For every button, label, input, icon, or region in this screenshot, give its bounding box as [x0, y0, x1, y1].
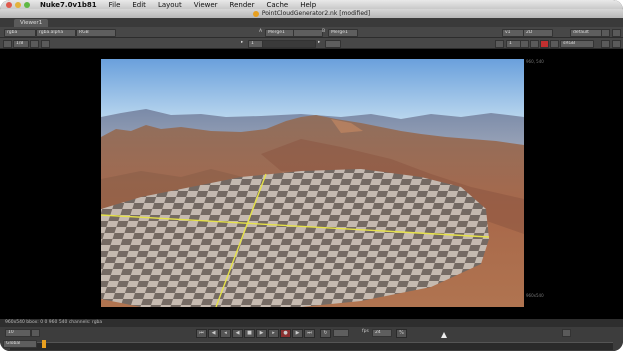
timeline-bar: 10 ⏮ ◀ ◂ ◀ ■ ▶ ▸ ● ▶ ⏭ ↻ fps 24 % Global: [0, 327, 623, 351]
a-input-label: A: [259, 29, 263, 34]
viewer-input-button[interactable]: [601, 40, 610, 48]
view-select-dropdown[interactable]: v1: [502, 29, 524, 37]
current-frame-field[interactable]: 10: [5, 329, 31, 337]
timeline-view-button[interactable]: [562, 329, 571, 337]
viewer-canvas[interactable]: 960, 540 960x540: [0, 49, 623, 319]
gain-slider[interactable]: [262, 40, 316, 48]
menu-bar: Nuke7.0v1b81 File Edit Layout Viewer Ren…: [0, 0, 623, 9]
play-backward-button[interactable]: ◀: [232, 329, 243, 338]
step-forward-button[interactable]: ▸: [268, 329, 279, 338]
play-forward-button[interactable]: ▶: [256, 329, 267, 338]
skip-field[interactable]: [333, 329, 349, 337]
b-input-dropdown[interactable]: Merge1: [328, 29, 358, 37]
stop-button[interactable]: ■: [244, 329, 255, 338]
next-keyframe-button[interactable]: ▶: [292, 329, 303, 338]
pane-tab-bar: Viewer1: [0, 18, 623, 27]
region-button[interactable]: [41, 40, 50, 48]
viewer-toolbar-top: rgba rgba.alpha RGB A Merge1 B Merge1 v1…: [0, 27, 623, 38]
record-playback-button[interactable]: ●: [280, 329, 291, 338]
range-mode-dropdown[interactable]: Global: [3, 340, 37, 348]
menu-render[interactable]: Render: [230, 1, 255, 9]
prev-keyframe-button[interactable]: ◀: [208, 329, 219, 338]
last-frame-button[interactable]: ⏭: [304, 329, 315, 338]
display-lut-dropdown[interactable]: sRGB: [560, 40, 594, 48]
proxy-toggle-button[interactable]: [3, 40, 12, 48]
menu-viewer[interactable]: Viewer: [194, 1, 218, 9]
timeline-options-button[interactable]: %: [396, 329, 407, 338]
viewer-lock-button[interactable]: [612, 29, 621, 37]
first-frame-button[interactable]: ⏮: [196, 329, 207, 338]
landscape-image: [101, 109, 524, 307]
tab-viewer1[interactable]: Viewer1: [14, 19, 49, 27]
record-button[interactable]: [540, 40, 549, 48]
channel-set-dropdown[interactable]: rgba: [4, 29, 36, 37]
viewer-toolbar-bottom: 1/8 ▸ 1 ▸ 1 sRGB: [0, 38, 623, 49]
view-mode-dropdown[interactable]: 2D: [523, 29, 553, 37]
viewer-info-bar: 960x540 bbox: 0 0 960 540 channels: rgba: [0, 319, 623, 327]
menu-file[interactable]: File: [109, 1, 121, 9]
mouse-cursor-icon: [441, 332, 447, 338]
zoom-window-button[interactable]: [24, 1, 30, 8]
fps-label: fps: [362, 329, 369, 334]
window-title-bar: PointCloudGenerator2.nk [modified]: [0, 9, 623, 18]
window-controls: [6, 1, 30, 8]
viewer-option-button[interactable]: [612, 40, 621, 48]
roi-button[interactable]: [30, 40, 39, 48]
a-blend-dropdown[interactable]: [293, 29, 323, 37]
wipe-button[interactable]: [550, 40, 559, 48]
fps-field[interactable]: 24: [372, 329, 392, 337]
lut-dropdown[interactable]: default: [570, 29, 602, 37]
menu-layout[interactable]: Layout: [158, 1, 182, 9]
viewer-image: [101, 59, 524, 307]
frame-range-button[interactable]: [495, 40, 504, 48]
window-title: PointCloudGenerator2.nk [modified]: [261, 10, 371, 17]
nuke-window: Nuke7.0v1b81 File Edit Layout Viewer Ren…: [0, 0, 623, 351]
pause-button[interactable]: [530, 40, 539, 48]
downrez-dropdown[interactable]: 1/8: [13, 40, 29, 48]
viewer-settings-button[interactable]: [601, 29, 610, 37]
gamma-icon: ▸: [318, 40, 321, 45]
step-back-button[interactable]: ◂: [220, 329, 231, 338]
play-icon: ▸: [241, 40, 244, 45]
a-input-dropdown[interactable]: Merge1: [265, 29, 295, 37]
close-window-button[interactable]: [6, 1, 12, 8]
timeline-ruler[interactable]: [10, 342, 613, 350]
loop-mode-button[interactable]: ↻: [320, 329, 331, 338]
menu-cache[interactable]: Cache: [266, 1, 288, 9]
clip-warning-button[interactable]: [520, 40, 529, 48]
nuke-file-icon: [252, 10, 259, 17]
menu-edit[interactable]: Edit: [132, 1, 146, 9]
minimize-window-button[interactable]: [15, 1, 21, 8]
current-frame-marker[interactable]: [42, 340, 46, 348]
menu-help[interactable]: Help: [300, 1, 316, 9]
format-label-top: 960, 540: [526, 59, 544, 64]
format-label-bottom: 960x540: [526, 293, 544, 298]
gamma-field[interactable]: [325, 40, 341, 48]
app-menu[interactable]: Nuke7.0v1b81: [40, 1, 97, 9]
channel-layer-dropdown[interactable]: rgba.alpha: [36, 29, 76, 37]
display-channel-dropdown[interactable]: RGB: [76, 29, 116, 37]
b-input-label: B: [322, 29, 326, 34]
lock-range-button[interactable]: [31, 329, 40, 337]
